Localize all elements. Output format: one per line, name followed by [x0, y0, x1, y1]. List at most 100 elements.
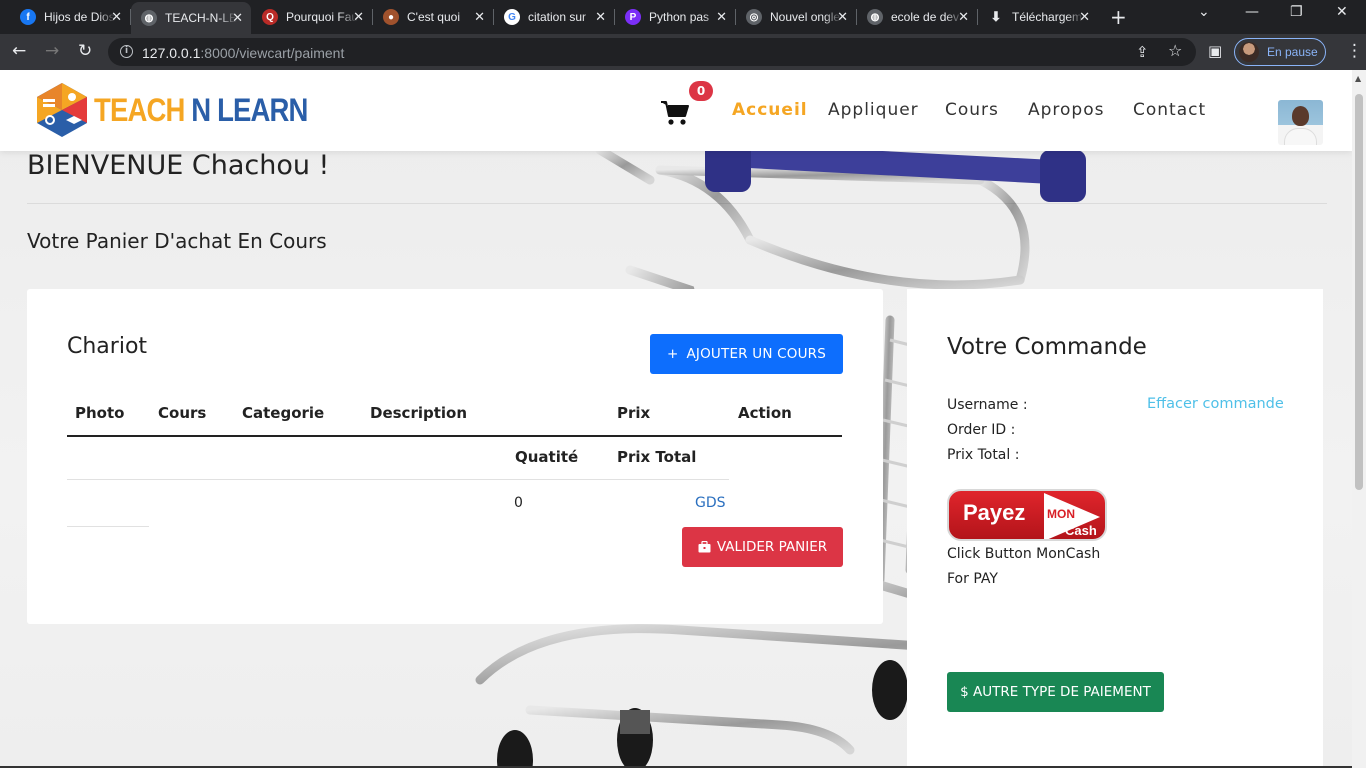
- tab-title: TEACH-N-LEARN: [165, 11, 237, 25]
- close-icon[interactable]: ✕: [353, 9, 364, 25]
- browser-tab-active[interactable]: ◍ TEACH-N-LEARN ✕: [131, 2, 251, 34]
- reload-icon[interactable]: ↻: [78, 41, 92, 61]
- column-header-quantite: Quatité: [515, 448, 579, 466]
- add-course-button[interactable]: + AJOUTER UN COURS: [650, 334, 843, 374]
- tab-title: Nouvel onglet: [770, 10, 842, 24]
- logo-text-learn: N LEARN: [184, 91, 308, 128]
- cart-count-badge: 0: [689, 81, 713, 101]
- tab-search-icon[interactable]: ⌄: [1198, 4, 1210, 20]
- quora-icon: Q: [262, 9, 278, 25]
- total-quantity: 0: [514, 495, 523, 511]
- browser-tab[interactable]: f Hijos de Dios ✕: [10, 4, 130, 30]
- moncash-pay-button[interactable]: Payez MON Cash: [947, 489, 1107, 541]
- chrome-icon: ◎: [746, 9, 762, 25]
- avatar: [1239, 42, 1259, 62]
- avatar-head: [1292, 106, 1309, 126]
- globe-icon: ◍: [867, 9, 883, 25]
- column-header-cours: Cours: [158, 404, 207, 422]
- share-icon[interactable]: ⇪: [1136, 42, 1149, 62]
- table-row-divider: [67, 479, 729, 480]
- cart-icon[interactable]: [660, 100, 690, 130]
- close-icon[interactable]: ✕: [958, 9, 969, 25]
- close-icon[interactable]: ✕: [232, 10, 243, 26]
- close-icon[interactable]: ✕: [595, 9, 606, 25]
- validate-cart-button[interactable]: VALIDER PANIER: [682, 527, 843, 567]
- logo-hexagon-icon: [37, 83, 87, 137]
- page-subtitle: Votre Panier D'achat En Cours: [27, 229, 327, 253]
- column-header-prix: Prix: [617, 404, 651, 422]
- avatar-favicon-icon: ●: [383, 9, 399, 25]
- menu-icon[interactable]: ⋮: [1346, 41, 1363, 61]
- nav-link-cours[interactable]: Cours: [945, 100, 999, 120]
- browser-tab[interactable]: P Python pas ✕: [615, 4, 735, 30]
- address-bar[interactable]: i 127.0.0.1:8000/viewcart/paiment ⇪ ☆: [108, 38, 1196, 66]
- moncash-instruction-line2: For PAY: [947, 571, 998, 587]
- p-brand-icon: P: [625, 9, 641, 25]
- restore-icon[interactable]: ❐: [1290, 4, 1303, 20]
- nav-link-apropos[interactable]: Apropos: [1028, 100, 1105, 120]
- globe-icon: ◍: [141, 10, 157, 26]
- browser-tab[interactable]: ◎ Nouvel onglet ✕: [736, 4, 856, 30]
- briefcase-icon: [698, 541, 711, 553]
- page-scrollbar[interactable]: ▲: [1352, 70, 1366, 768]
- nav-link-contact[interactable]: Contact: [1133, 100, 1206, 120]
- table-header-divider: [67, 435, 842, 437]
- close-icon[interactable]: ✕: [474, 9, 485, 25]
- column-header-description: Description: [370, 404, 468, 422]
- browser-tab[interactable]: ⬇ Téléchargements ✕: [978, 4, 1098, 30]
- browser-tab[interactable]: ◍ ecole de dev ✕: [857, 4, 977, 30]
- browser-toolbar: ← → ↻ i 127.0.0.1:8000/viewcart/paiment …: [0, 34, 1366, 70]
- close-icon[interactable]: ✕: [1079, 9, 1090, 25]
- url-host: 127.0.0.1: [142, 45, 201, 61]
- column-header-categorie: Categorie: [242, 404, 325, 422]
- profile-button[interactable]: En pause: [1234, 38, 1326, 66]
- scrollbar-thumb[interactable]: [1355, 94, 1363, 490]
- close-icon[interactable]: ✕: [111, 9, 122, 25]
- minimize-icon[interactable]: —: [1245, 4, 1259, 20]
- logo-wordmark: TEACH N LEARN: [94, 92, 308, 129]
- url-path: :8000/viewcart/paiment: [200, 45, 345, 61]
- column-header-photo: Photo: [75, 404, 125, 422]
- moncash-cash-text: Cash: [1065, 523, 1097, 538]
- google-icon: G: [504, 9, 520, 25]
- nav-link-appliquer[interactable]: Appliquer: [828, 100, 919, 120]
- add-course-label: AJOUTER UN COURS: [686, 346, 827, 362]
- browser-tab[interactable]: G citation sur ✕: [494, 4, 614, 30]
- nav-link-accueil[interactable]: Accueil: [732, 100, 808, 120]
- moncash-instruction-line1: Click Button MonCash: [947, 546, 1101, 562]
- close-window-icon[interactable]: ✕: [1336, 4, 1348, 20]
- new-tab-button[interactable]: +: [1110, 5, 1127, 29]
- clear-order-link[interactable]: Effacer commande: [1147, 396, 1284, 412]
- site-logo[interactable]: TEACH N LEARN: [34, 82, 342, 138]
- tab-title: Téléchargements: [1012, 10, 1084, 24]
- url-text: 127.0.0.1:8000/viewcart/paiment: [142, 45, 344, 61]
- browser-tab[interactable]: Q Pourquoi Faut-il ✕: [252, 4, 372, 30]
- back-icon[interactable]: ←: [12, 41, 26, 61]
- close-icon[interactable]: ✕: [716, 9, 727, 25]
- side-panel-icon[interactable]: ▣: [1208, 41, 1222, 61]
- order-title: Votre Commande: [947, 334, 1147, 360]
- moncash-payez-text: Payez: [963, 500, 1026, 525]
- scroll-up-icon[interactable]: ▲: [1355, 74, 1361, 83]
- site-info-icon[interactable]: i: [120, 45, 133, 58]
- browser-tab[interactable]: ● C'est quoi ✕: [373, 4, 493, 30]
- forward-icon[interactable]: →: [45, 41, 59, 61]
- order-id-label: Order ID :: [947, 422, 1016, 438]
- page-viewport: TEACH N LEARN 0 Accueil Appliquer Cours …: [0, 70, 1366, 768]
- close-icon[interactable]: ✕: [837, 9, 848, 25]
- order-card: Votre Commande Username : Effacer comman…: [907, 289, 1323, 768]
- tab-title: citation sur: [528, 10, 587, 24]
- facebook-icon: f: [20, 9, 36, 25]
- cart-card: Chariot + AJOUTER UN COURS Photo Cours C…: [27, 289, 883, 624]
- site-navbar: TEACH N LEARN 0 Accueil Appliquer Cours …: [0, 70, 1352, 151]
- user-avatar[interactable]: [1278, 100, 1323, 145]
- bookmark-star-icon[interactable]: ☆: [1168, 41, 1182, 61]
- plus-icon: +: [666, 346, 679, 362]
- column-header-action: Action: [738, 404, 792, 422]
- avatar-body: [1284, 128, 1317, 145]
- tab-title: Hijos de Dios: [44, 10, 115, 24]
- download-icon: ⬇: [990, 9, 1002, 24]
- profile-status: En pause: [1267, 45, 1318, 59]
- other-payment-button[interactable]: $ AUTRE TYPE DE PAIEMENT: [947, 672, 1164, 712]
- tab-title: ecole de dev: [891, 10, 960, 24]
